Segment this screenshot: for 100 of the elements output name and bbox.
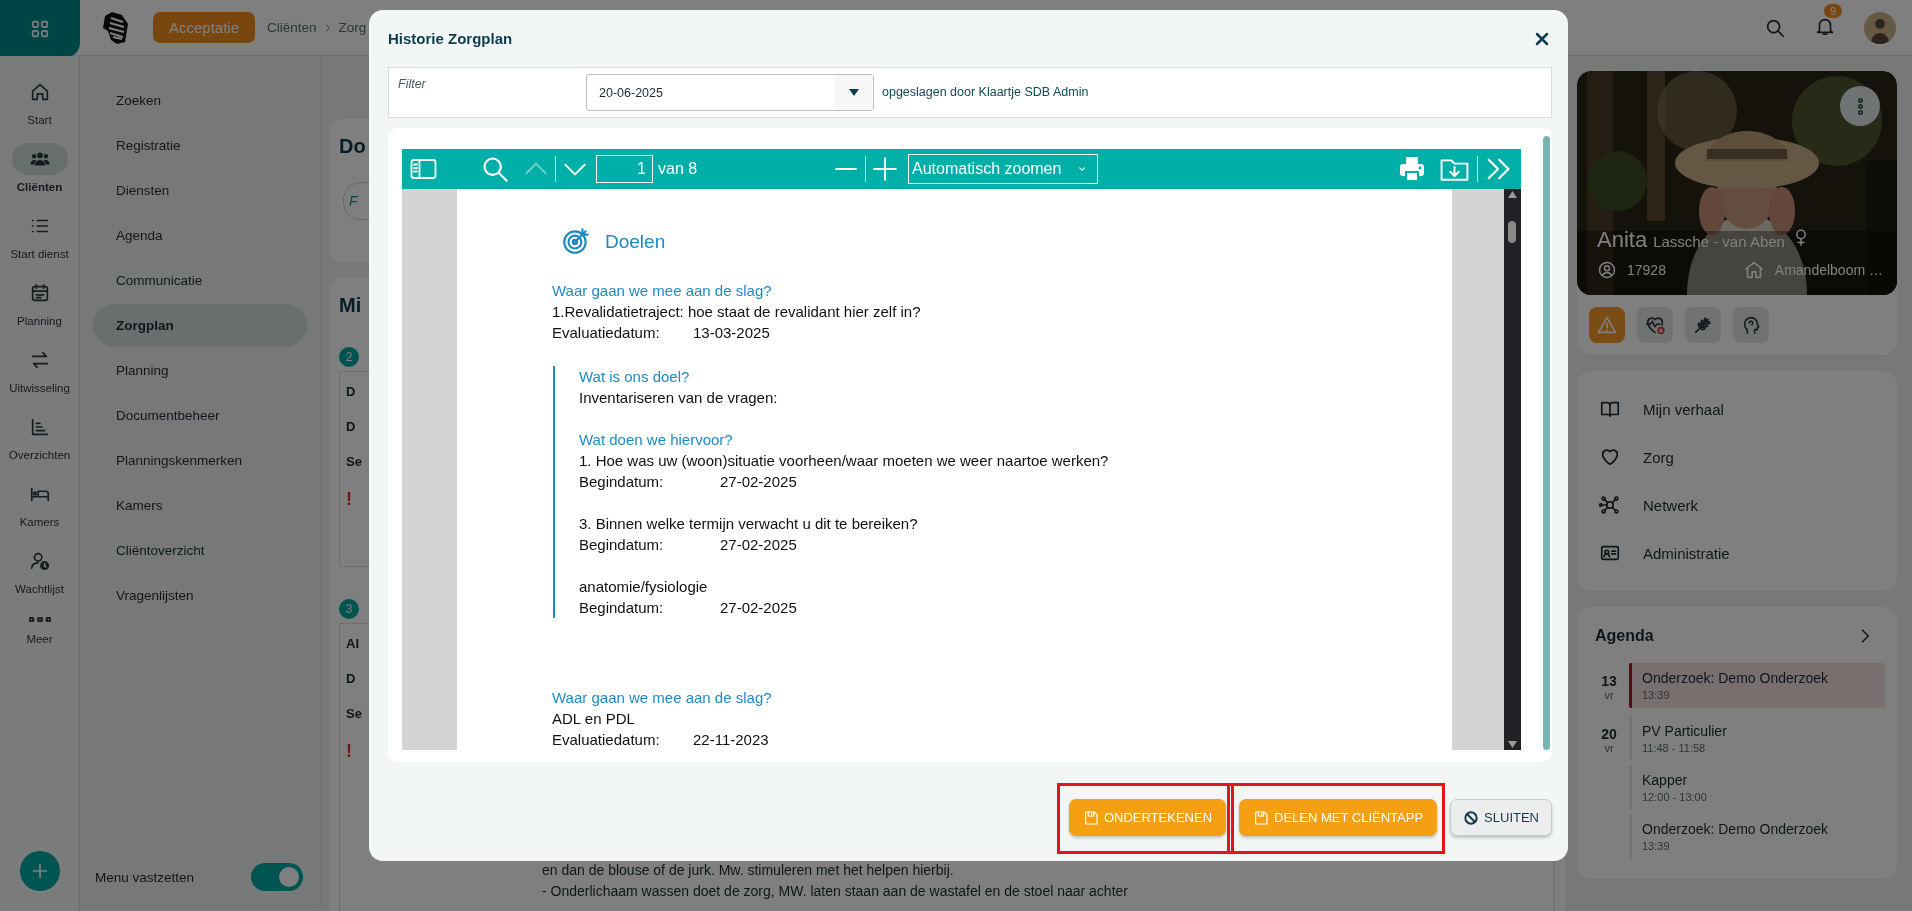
submenu-item[interactable]: Documentbeheer — [93, 397, 307, 434]
dialog-button[interactable]: SLUITEN — [1450, 799, 1552, 836]
actions-title: Wat doen we hiervoor? — [579, 430, 734, 450]
submenu-item[interactable]: Kamers — [93, 487, 307, 524]
event-title: Onderzoek: Demo Onderzoek — [1642, 821, 1829, 837]
event-title: PV Particulier — [1642, 723, 1728, 739]
dialog-title: Historie Zorgplan — [388, 30, 513, 47]
event-time: 12:00 - 13:00 — [1642, 791, 1708, 803]
date-value: 22-11-2023 — [693, 730, 769, 750]
agenda-day-number: 13 — [1600, 673, 1618, 689]
date-dropdown[interactable]: 20-06-2025 — [586, 74, 874, 111]
goal-text: Inventariseren van de vragen: — [579, 388, 779, 408]
agenda-event[interactable]: PV Particulier 11:48 - 11:58 — [1629, 716, 1885, 761]
zoom-dropdown[interactable]: Automatisch zoomen — [908, 154, 1098, 184]
scroll-up-arrow-icon[interactable] — [1508, 191, 1517, 198]
submenu-item[interactable]: Zoeken — [93, 82, 307, 119]
nav-rail-item[interactable]: Overzichten — [0, 411, 80, 478]
field-label: Se — [346, 454, 362, 469]
search-button[interactable] — [481, 155, 509, 183]
section-heading: Mi — [339, 294, 362, 317]
house-icon — [1742, 259, 1765, 281]
add-button[interactable] — [19, 851, 60, 891]
client-last-name: Lassche - van Aben — [1653, 233, 1785, 250]
field-label: D — [346, 384, 356, 399]
breadcrumb-link[interactable]: Cliënten — [267, 20, 317, 35]
client-alert-button[interactable] — [1685, 307, 1721, 343]
heart-monitor-icon — [1644, 314, 1666, 336]
target-icon — [561, 226, 591, 256]
nav-rail-item[interactable]: Cliënten — [0, 143, 80, 210]
client-menu-item[interactable]: Administratie — [1599, 529, 1875, 577]
save-icon — [1253, 809, 1270, 826]
submenu-item[interactable]: Diensten — [93, 172, 307, 209]
agenda-event[interactable]: Onderzoek: Demo Onderzoek 13:39 — [1629, 663, 1885, 708]
nav-rail-item[interactable]: Wachtlijst — [0, 545, 80, 612]
field-label: D — [346, 671, 356, 686]
client-menu-item[interactable]: Zorg — [1599, 433, 1875, 481]
client-alert-button[interactable] — [1733, 307, 1769, 343]
dialog-button[interactable]: DELEN MET CLIËNTAPP — [1239, 799, 1438, 836]
date-value: 27-02-2025 — [720, 472, 797, 492]
scroll-down-arrow-icon[interactable] — [1508, 741, 1517, 748]
document-heading: Doelen — [605, 230, 666, 252]
more-dots-icon — [28, 617, 51, 622]
alert-mark: ! — [346, 489, 352, 509]
zoom-in-button[interactable] — [872, 156, 898, 182]
event-title: Kapper — [1642, 772, 1689, 788]
event-title: Onderzoek: Demo Onderzoek — [1642, 670, 1829, 686]
wheat-icon — [1692, 314, 1714, 336]
submenu-item[interactable]: Planningskenmerken — [93, 442, 307, 479]
zoom-out-button[interactable] — [833, 167, 859, 171]
scroll-thumb[interactable] — [1508, 221, 1516, 243]
save-icon — [1082, 809, 1099, 826]
submenu-item[interactable]: Registratie — [93, 127, 307, 164]
action-text: 1. Hoe was uw (woon)situatie voorheen/waar moeten we weer naartoe werken? — [579, 451, 1110, 471]
client-alert-button[interactable] — [1637, 307, 1673, 343]
submenu-item[interactable]: Cliëntoverzicht — [93, 532, 307, 569]
apps-grid-button[interactable] — [0, 0, 80, 57]
agenda-event[interactable]: Onderzoek: Demo Onderzoek 13:39 — [1629, 814, 1885, 859]
sidebar-toggle-button[interactable] — [408, 156, 439, 182]
nav-rail-item[interactable]: Uitwisseling — [0, 344, 80, 411]
client-menu-item[interactable]: Mijn verhaal — [1599, 385, 1875, 433]
scrollbar[interactable] — [1504, 189, 1521, 750]
section-question: Waar gaan we mee aan de slag? — [552, 281, 773, 301]
field-label: Se — [346, 706, 362, 721]
page-number-field[interactable]: 1 — [596, 155, 653, 183]
nav-rail-item[interactable]: Start — [0, 76, 80, 143]
event-time: 11:48 - 11:58 — [1642, 742, 1707, 754]
nav-rail-item[interactable]: Planning — [0, 277, 80, 344]
heart-icon — [1599, 446, 1621, 468]
event-time: 13:39 — [1642, 689, 1671, 701]
filter-label: Filter — [397, 76, 427, 91]
print-button[interactable] — [1398, 155, 1426, 183]
count-badge: 3 — [339, 599, 359, 619]
warning-icon — [1596, 314, 1618, 336]
scrollbar[interactable] — [1543, 136, 1550, 750]
note-line: en dan de blouse of de jurk. Mw. stimuleren met het helpen hierbij. — [542, 861, 955, 880]
user-avatar[interactable] — [1864, 11, 1896, 44]
client-number: 17928 — [1627, 262, 1666, 278]
submenu-item[interactable]: Vragenlijsten — [93, 577, 307, 614]
plus-icon — [872, 156, 898, 182]
agenda-day-number: 20 — [1600, 726, 1618, 742]
caret-icon — [849, 89, 859, 96]
nav-rail-item[interactable]: Start dienst — [0, 210, 80, 277]
agenda-event[interactable]: Kapper 12:00 - 13:00 — [1629, 765, 1885, 810]
submenu-item[interactable]: Agenda — [93, 217, 307, 254]
submenu-item[interactable]: Communicatie — [93, 262, 307, 299]
toggle-switch[interactable] — [251, 863, 303, 891]
dialog-button[interactable]: ONDERTEKENEN — [1068, 799, 1227, 836]
page-count: van 8 — [658, 160, 698, 178]
client-menu-item[interactable]: Netwerk — [1599, 481, 1875, 529]
nav-rail-item[interactable]: Meer — [0, 612, 80, 679]
client-alert-button[interactable] — [1589, 307, 1625, 343]
count-badge: 2 — [339, 347, 359, 367]
user-circle-icon — [1597, 260, 1617, 280]
date-value: 27-02-2025 — [720, 535, 797, 555]
section-subject: ADL en PDL — [552, 709, 636, 729]
submenu-item[interactable]: Zorgplan — [93, 304, 307, 347]
nav-rail-item[interactable]: Kamers — [0, 478, 80, 545]
submenu-item[interactable]: Planning — [93, 352, 307, 389]
minus-icon — [833, 167, 859, 171]
environment-badge: Acceptatie — [153, 12, 256, 43]
